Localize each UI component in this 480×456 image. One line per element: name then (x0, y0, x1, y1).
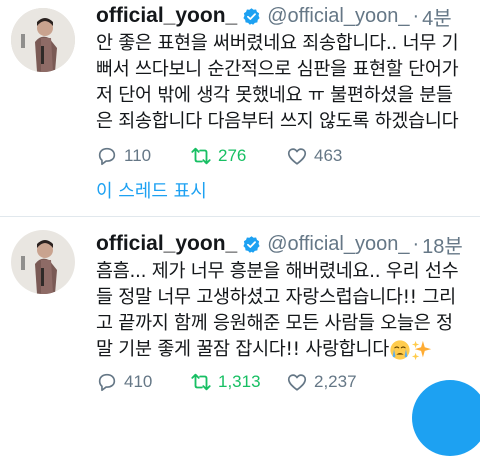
tweet-text: 안 좋은 표현을 써버렸네요 죄송합니다.. 너무 기 뻐서 쓰다보니 순간적으… (96, 31, 472, 135)
retweet-icon (191, 147, 211, 165)
compose-button[interactable] (412, 380, 480, 456)
like-button[interactable]: 2,237 (286, 370, 357, 394)
retweet-button[interactable]: 1,313 (190, 370, 261, 394)
verified-badge-icon (243, 235, 260, 253)
avatar[interactable] (11, 230, 75, 294)
tweet-text-line: 흠흠... 제가 너무 흥분을 해버렸네요.. 우리 선수 (96, 261, 459, 282)
tweet-timestamp[interactable]: 18분 (422, 230, 463, 259)
reply-button[interactable]: 410 (96, 370, 152, 394)
reply-icon (98, 373, 116, 392)
retweet-button[interactable]: 276 (190, 144, 246, 168)
tweet[interactable]: official_yoon_ @official_yoon_ · 4분 안 좋은… (0, 0, 480, 210)
verified-badge-icon (243, 7, 260, 25)
tweet-actions: 110 276 463 (96, 144, 456, 168)
tweet-divider (0, 216, 480, 217)
tweet-text-line: 안 좋은 표현을 써버렸네요 죄송합니다.. 너무 기 (96, 33, 459, 54)
crying-face-emoji-icon (390, 340, 410, 360)
like-icon (287, 148, 307, 165)
retweet-icon (191, 373, 211, 391)
reply-count: 110 (124, 146, 152, 165)
user-handle[interactable]: @official_yoon_ (267, 5, 409, 28)
tweet-text-line: 은 죄송합니다 다음부터 쓰지 않도록 하겠습니다 (96, 111, 459, 132)
tweet-timestamp[interactable]: 4분 (422, 2, 452, 31)
reply-button[interactable]: 110 (96, 144, 151, 168)
tweet-header: official_yoon_ @official_yoon_ · 4분 (96, 2, 452, 30)
tweet-header: official_yoon_ @official_yoon_ · 18분 (96, 230, 463, 258)
like-button[interactable]: 463 (286, 144, 342, 168)
avatar-image (11, 8, 75, 72)
retweet-count: 276 (218, 146, 247, 165)
tweet-text-line: 저 단어 밖에 생각 못했네요 ㅠ 불편하셨을 분들 (96, 85, 453, 106)
display-name[interactable]: official_yoon_ (96, 4, 237, 28)
reply-icon (98, 147, 116, 166)
like-count: 2,237 (314, 372, 357, 391)
tweet-actions: 410 1,313 2,237 (96, 370, 456, 394)
tweet-text: 흠흠... 제가 너무 흥분을 해버렸네요.. 우리 선수 들 정말 너무 고생… (96, 259, 472, 363)
tweet[interactable]: official_yoon_ @official_yoon_ · 18분 흠흠.… (0, 222, 480, 404)
tweet-text-line: 고 끝까지 함께 응원해준 모든 사람들 오늘은 정 (96, 313, 453, 334)
tweet-text-line-last: 말 기분 좋게 꿀잠 잡시다!! 사랑합니다 (96, 337, 472, 363)
sparkles-emoji-icon (411, 340, 432, 361)
like-count: 463 (314, 146, 343, 165)
tweet-text-line: 들 정말 너무 고생하셨고 자랑스럽습니다!! 그리 (96, 287, 456, 308)
tweet-text-segment: 말 기분 좋게 꿀잠 잡시다!! 사랑합니다 (96, 339, 389, 360)
retweet-count: 1,313 (218, 372, 261, 391)
avatar[interactable] (11, 8, 75, 72)
show-thread-link[interactable]: 이 스레드 표시 (96, 177, 207, 203)
user-handle[interactable]: @official_yoon_ (267, 233, 409, 256)
tweet-text-line: 뻐서 쓰다보니 순간적으로 심판을 표현할 단어가 (96, 59, 459, 80)
separator-dot: · (412, 232, 420, 255)
display-name[interactable]: official_yoon_ (96, 232, 237, 256)
like-icon (287, 374, 307, 391)
separator-dot: · (412, 4, 420, 27)
reply-count: 410 (124, 372, 153, 391)
avatar-image (11, 230, 75, 294)
